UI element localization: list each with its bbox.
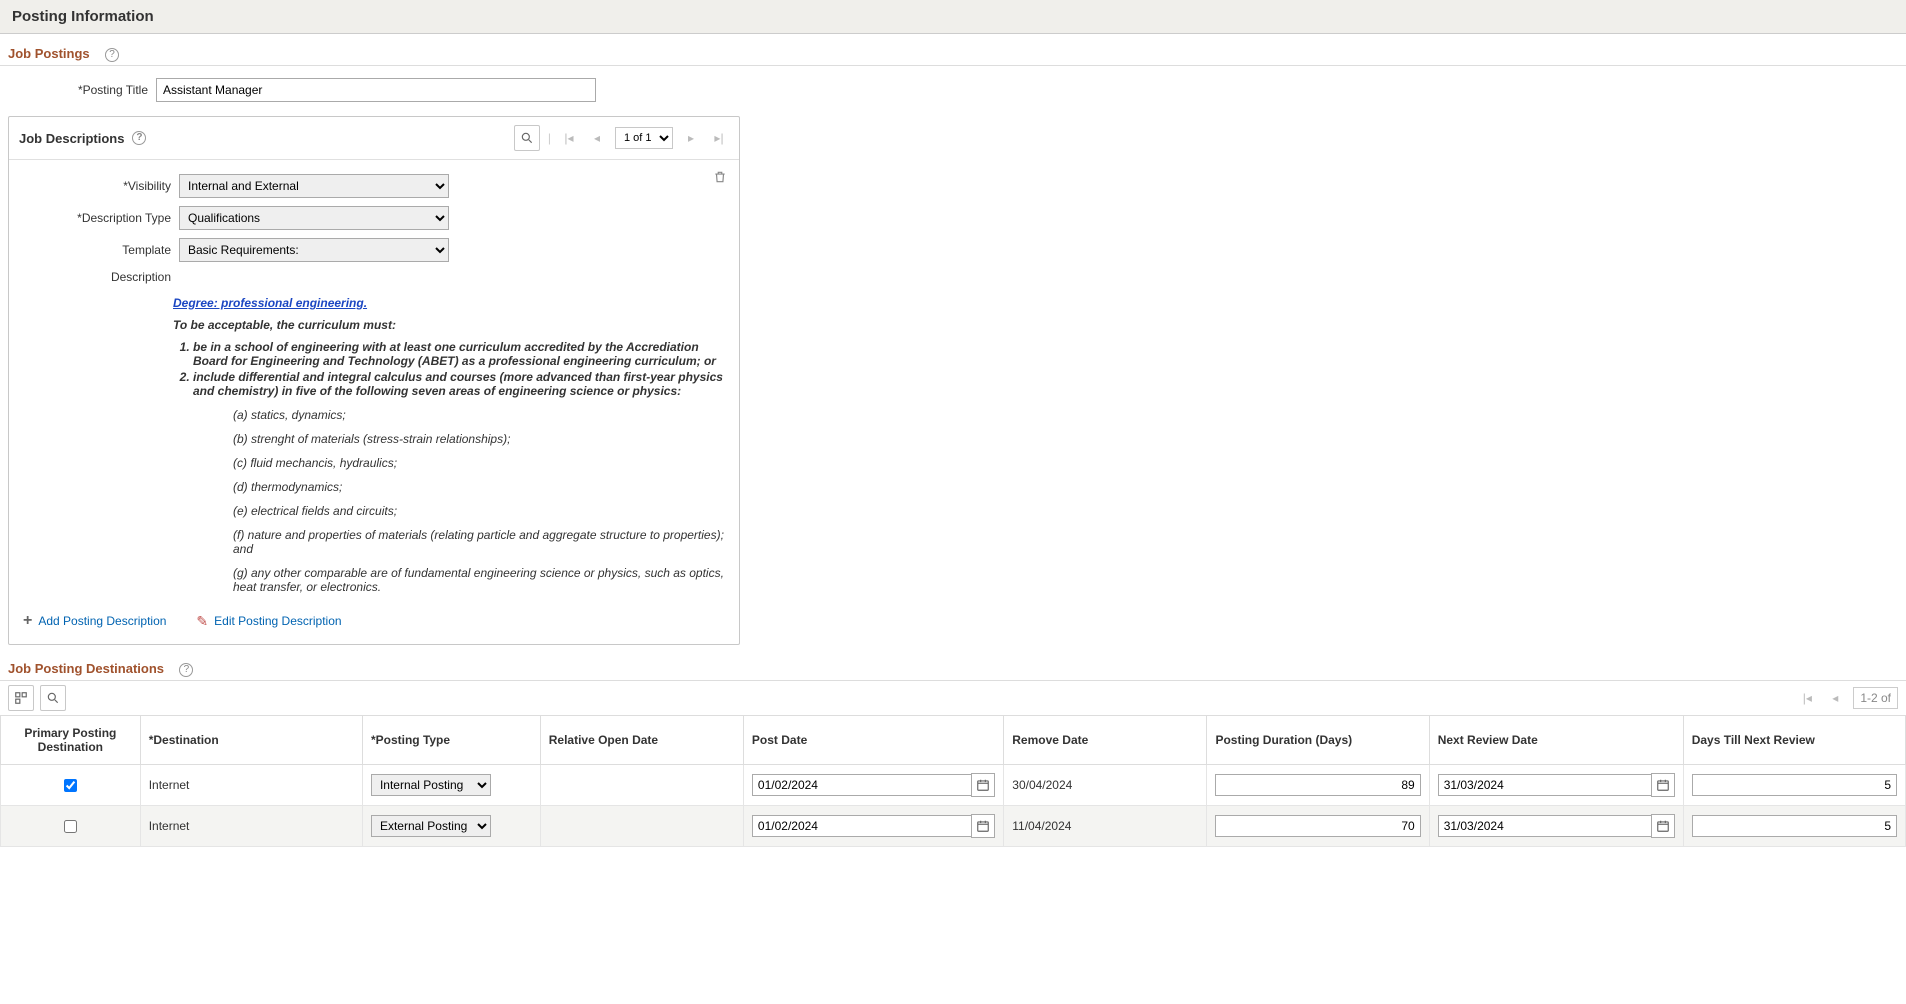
desc-item-2: include differential and integral calcul… bbox=[193, 370, 725, 398]
col-days-till[interactable]: Days Till Next Review bbox=[1683, 716, 1905, 765]
add-posting-desc-link[interactable]: + Add Posting Description bbox=[23, 612, 166, 630]
desc-intro: To be acceptable, the curriculum must: bbox=[173, 318, 725, 332]
days-till-input[interactable] bbox=[1692, 815, 1897, 837]
panel-body: Visibility Internal and External Descrip… bbox=[9, 160, 739, 644]
post-date-cal-button[interactable] bbox=[971, 814, 995, 838]
search-button[interactable] bbox=[514, 125, 540, 151]
col-primary[interactable]: Primary Posting Destination bbox=[1, 716, 141, 765]
post-date-input[interactable] bbox=[752, 774, 971, 796]
edit-posting-desc-link[interactable]: ✎ Edit Posting Description bbox=[196, 613, 341, 630]
job-postings-title: Job Postings bbox=[0, 42, 98, 65]
degree-link[interactable]: Degree: professional engineering. bbox=[173, 296, 367, 310]
panel-title: Job Descriptions bbox=[19, 131, 124, 146]
next-review-cal-button[interactable] bbox=[1651, 814, 1675, 838]
grid-prev-button[interactable]: ◂ bbox=[1825, 685, 1845, 711]
desc-type-label: Description Type bbox=[31, 211, 171, 225]
description-label: Description bbox=[31, 270, 171, 284]
col-duration[interactable]: Posting Duration (Days) bbox=[1207, 716, 1429, 765]
search-icon bbox=[520, 131, 534, 145]
search-icon bbox=[46, 691, 60, 705]
next-page-button[interactable]: ▸ bbox=[681, 125, 701, 151]
page-title: Posting Information bbox=[12, 8, 1894, 25]
remove-date-cell: 11/04/2024 bbox=[1012, 819, 1071, 833]
col-posting-type[interactable]: *Posting Type bbox=[362, 716, 540, 765]
destinations-table: Primary Posting Destination *Destination… bbox=[0, 715, 1906, 847]
col-post-date[interactable]: Post Date bbox=[743, 716, 1003, 765]
col-rel-open[interactable]: Relative Open Date bbox=[540, 716, 743, 765]
add-posting-desc-label: Add Posting Description bbox=[38, 614, 166, 628]
col-next-review[interactable]: Next Review Date bbox=[1429, 716, 1683, 765]
table-row: Internet Internal Posting 30/04/2024 bbox=[1, 765, 1906, 806]
next-review-input[interactable] bbox=[1438, 815, 1651, 837]
desc-sub-g: (g) any other comparable are of fundamen… bbox=[233, 566, 725, 594]
grid-settings-button[interactable] bbox=[8, 685, 34, 711]
prev-page-button[interactable]: ◂ bbox=[587, 125, 607, 151]
destinations-title: Job Posting Destinations bbox=[0, 657, 172, 680]
page-header: Posting Information bbox=[0, 0, 1906, 34]
desc-sub-e: (e) electrical fields and circuits; bbox=[233, 504, 725, 518]
post-date-cal-button[interactable] bbox=[971, 773, 995, 797]
calendar-icon bbox=[1656, 778, 1670, 792]
help-icon[interactable]: ? bbox=[132, 131, 146, 145]
next-review-input[interactable] bbox=[1438, 774, 1651, 796]
days-till-input[interactable] bbox=[1692, 774, 1897, 796]
visibility-select[interactable]: Internal and External bbox=[179, 174, 449, 198]
destination-cell: Internet bbox=[149, 778, 190, 792]
table-row: Internet External Posting 11/04/2024 bbox=[1, 806, 1906, 847]
desc-sub-d: (d) thermodynamics; bbox=[233, 480, 725, 494]
job-descriptions-panel: Job Descriptions ? | |◂ ◂ 1 of 1 ▸ ▸| bbox=[8, 116, 740, 645]
description-content: Degree: professional engineering. To be … bbox=[173, 296, 725, 594]
last-page-button[interactable]: ▸| bbox=[709, 125, 729, 151]
divider bbox=[0, 65, 1906, 66]
search-grid-button[interactable] bbox=[40, 685, 66, 711]
calendar-icon bbox=[976, 819, 990, 833]
divider: | bbox=[548, 131, 551, 145]
first-page-button[interactable]: |◂ bbox=[559, 125, 579, 151]
plus-icon: + bbox=[23, 612, 32, 630]
grid-page-counter: 1-2 of bbox=[1853, 687, 1898, 709]
desc-type-select[interactable]: Qualifications bbox=[179, 206, 449, 230]
next-review-cal-button[interactable] bbox=[1651, 773, 1675, 797]
posting-title-row: Posting Title bbox=[0, 74, 1906, 106]
primary-checkbox[interactable] bbox=[64, 779, 77, 792]
desc-sub-f: (f) nature and properties of materials (… bbox=[233, 528, 725, 556]
desc-item-1: be in a school of engineering with at le… bbox=[193, 340, 725, 368]
desc-sub-c: (c) fluid mechancis, hydraulics; bbox=[233, 456, 725, 470]
help-icon[interactable]: ? bbox=[105, 48, 119, 62]
template-select[interactable]: Basic Requirements: bbox=[179, 238, 449, 262]
posting-type-select[interactable]: External Posting bbox=[371, 815, 491, 837]
desc-sub-a: (a) statics, dynamics; bbox=[233, 408, 725, 422]
col-destination[interactable]: *Destination bbox=[140, 716, 362, 765]
posting-type-select[interactable]: Internal Posting bbox=[371, 774, 491, 796]
duration-input[interactable] bbox=[1215, 815, 1420, 837]
template-label: Template bbox=[31, 243, 171, 257]
remove-date-cell: 30/04/2024 bbox=[1012, 778, 1072, 792]
edit-posting-desc-label: Edit Posting Description bbox=[214, 614, 341, 628]
help-icon[interactable]: ? bbox=[179, 663, 193, 677]
delete-button[interactable] bbox=[713, 170, 727, 187]
calendar-icon bbox=[1656, 819, 1670, 833]
panel-header: Job Descriptions ? | |◂ ◂ 1 of 1 ▸ ▸| bbox=[9, 117, 739, 160]
job-postings-section: Job Postings ? Posting Title Job Descrip… bbox=[0, 42, 1906, 645]
desc-sub-b: (b) strenght of materials (stress-strain… bbox=[233, 432, 725, 446]
primary-checkbox[interactable] bbox=[64, 820, 77, 833]
grid-icon bbox=[14, 691, 28, 705]
posting-title-input[interactable] bbox=[156, 78, 596, 102]
posting-title-label: Posting Title bbox=[8, 83, 148, 97]
duration-input[interactable] bbox=[1215, 774, 1420, 796]
trash-icon bbox=[713, 170, 727, 184]
col-remove-date[interactable]: Remove Date bbox=[1004, 716, 1207, 765]
visibility-label: Visibility bbox=[31, 179, 171, 193]
grid-first-button[interactable]: |◂ bbox=[1797, 685, 1817, 711]
destinations-section: Job Posting Destinations ? |◂ ◂ 1-2 of P… bbox=[0, 657, 1906, 847]
pager-select[interactable]: 1 of 1 bbox=[615, 127, 673, 149]
calendar-icon bbox=[976, 778, 990, 792]
post-date-input[interactable] bbox=[752, 815, 971, 837]
pencil-icon: ✎ bbox=[196, 613, 208, 630]
destination-cell: Internet bbox=[149, 819, 190, 833]
